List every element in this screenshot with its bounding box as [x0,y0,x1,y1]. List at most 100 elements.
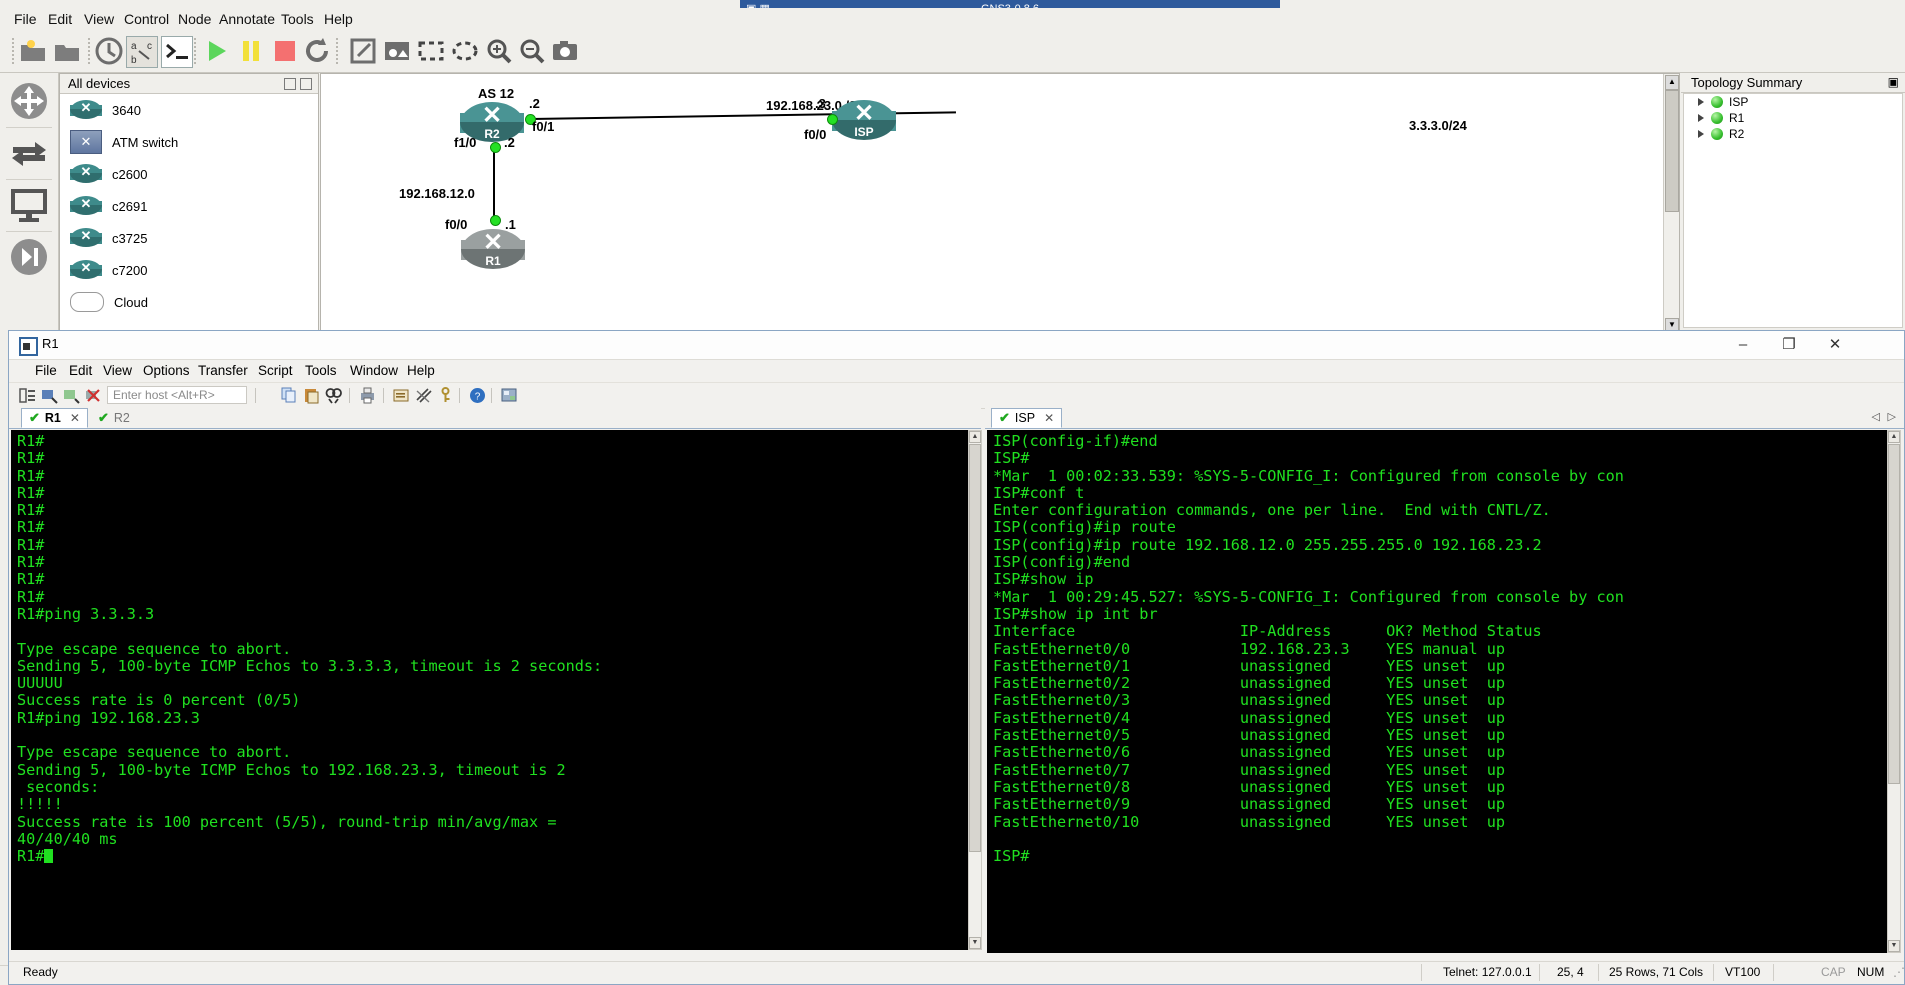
connect-icon[interactable] [41,387,58,404]
sc-menu-view[interactable]: View [97,362,138,379]
print-icon[interactable] [359,387,376,404]
console-icon[interactable] [161,36,193,68]
menu-control[interactable]: Control [118,10,175,28]
end-devices-icon[interactable] [9,185,49,225]
left-terminal-output[interactable]: R1# R1# R1# R1# R1# R1# R1# R1# R1# R1# … [11,430,968,950]
device-list-item[interactable]: ✕ 3640 [60,94,318,126]
close-panel-icon[interactable] [300,78,312,90]
device-list-item[interactable]: Cloud [60,286,318,318]
sc-menu-script[interactable]: Script [252,362,299,379]
sc-menu-help[interactable]: Help [401,362,441,379]
expand-arrow-icon[interactable] [1698,114,1704,122]
paste-icon[interactable] [303,387,320,404]
scroll-up-arrow-icon[interactable]: ▲ [969,431,981,443]
key-icon[interactable] [437,387,454,404]
sc-menu-tools[interactable]: Tools [299,362,343,379]
session-manager-icon[interactable] [19,387,36,404]
stop-icon[interactable] [270,36,300,66]
tab-r1[interactable]: ✔ R1 ✕ [21,408,88,428]
tab-r2[interactable]: ✔ R2 [91,408,137,428]
tab-close-icon[interactable]: ✕ [1044,411,1054,425]
router-icon: ✕ [70,228,102,248]
close-button[interactable]: ✕ [1812,331,1858,358]
link-r2-r1[interactable] [493,144,495,219]
router-glyph-icon: ✕ [482,229,504,256]
scroll-down-arrow-icon[interactable]: ▼ [1888,940,1900,952]
snapshot-clock-icon[interactable] [94,36,124,66]
resize-grip-icon[interactable]: ⋰ [1893,965,1905,979]
scroll-up-arrow-icon[interactable]: ▲ [1665,75,1679,90]
scroll-up-arrow-icon[interactable]: ▲ [1888,431,1900,443]
sc-menu-edit[interactable]: Edit [63,362,98,379]
expand-arrow-icon[interactable] [1698,98,1704,106]
open-project-icon[interactable] [18,36,48,66]
menu-file[interactable]: File [8,10,43,28]
reload-icon[interactable] [302,36,332,66]
screenshot-icon[interactable] [550,36,580,66]
insert-picture-icon[interactable] [382,36,412,66]
right-terminal-output[interactable]: ISP(config-if)#end ISP# *Mar 1 00:02:33.… [987,430,1887,953]
scroll-down-arrow-icon[interactable]: ▼ [969,937,981,949]
zoom-in-icon[interactable] [484,36,514,66]
tab-scroll-right-icon[interactable]: ▷ [1888,410,1896,423]
draw-rectangle-icon[interactable] [416,36,446,66]
topology-summary-list[interactable]: ISP R1 R2 [1683,93,1903,328]
add-note-icon[interactable]: a cb [126,36,158,68]
sc-menu-window[interactable]: Window [344,362,404,379]
maximize-button[interactable]: ❐ [1766,331,1812,358]
edit-note-icon[interactable] [348,36,378,66]
tab-scroll-left-icon[interactable]: ◁ [1872,410,1880,423]
sc-menu-transfer[interactable]: Transfer [192,362,254,379]
scrollbar-thumb[interactable] [969,444,981,852]
find-icon[interactable] [325,387,342,404]
sc-menu-file[interactable]: File [29,362,63,379]
disconnect-icon[interactable] [85,387,102,404]
minimize-button[interactable]: – [1720,331,1766,358]
device-list-item[interactable]: ✕ c2691 [60,190,318,222]
undock-icon[interactable] [284,78,296,90]
right-terminal-scrollbar[interactable]: ▲ ▼ [1887,430,1901,953]
left-terminal-scrollbar[interactable]: ▲ ▼ [968,430,982,950]
scrollbar-thumb[interactable] [1888,444,1900,784]
tile-icon[interactable] [501,387,518,404]
securecrt-title-bar[interactable]: R1 – ❐ ✕ [9,331,1904,360]
pause-icon[interactable] [236,36,266,66]
zoom-out-icon[interactable] [517,36,547,66]
tab-isp[interactable]: ✔ ISP ✕ [991,408,1063,428]
device-list-item[interactable]: ✕ c3725 [60,222,318,254]
topology-node-row[interactable]: R1 [1684,110,1902,126]
link-tool-icon[interactable] [9,133,49,173]
move-tool-icon[interactable] [9,81,49,121]
topology-canvas[interactable]: AS 12 192.168.23.0 /24 192.168.12.0 3.3.… [320,73,1680,335]
node-r1[interactable]: ✕ R1 [461,229,525,271]
device-list-item[interactable]: ✕ ATM switch [60,126,318,158]
undock-icon[interactable]: ▣ [1888,75,1899,89]
session-options-icon[interactable] [393,387,410,404]
sc-menu-options[interactable]: Options [137,362,196,379]
node-label-r1: R1 [485,254,501,268]
copy-icon[interactable] [281,387,298,404]
device-list-item[interactable]: ✕ c2600 [60,158,318,190]
node-isp[interactable]: ✕ ISP [832,100,896,142]
show-hide-interface-icon[interactable] [9,237,49,277]
help-icon[interactable]: ? [469,387,486,404]
draw-ellipse-icon[interactable] [450,36,480,66]
menu-tools[interactable]: Tools [275,10,320,28]
reconnect-icon[interactable] [63,387,80,404]
menu-help[interactable]: Help [318,10,359,28]
topology-node-row[interactable]: ISP [1684,94,1902,110]
menu-annotate[interactable]: Annotate [213,10,281,28]
host-input[interactable]: Enter host <Alt+R> [107,386,247,404]
canvas-vertical-scrollbar[interactable]: ▲ ▼ [1663,74,1679,334]
start-icon[interactable] [202,36,232,66]
menu-view[interactable]: View [78,10,120,28]
device-list-item[interactable]: ✕ c7200 [60,254,318,286]
open-folder-icon[interactable] [52,36,82,66]
scrollbar-thumb[interactable] [1665,90,1679,212]
topology-node-row[interactable]: R2 [1684,126,1902,142]
menu-node[interactable]: Node [172,10,217,28]
global-options-icon[interactable] [415,387,432,404]
tab-close-icon[interactable]: ✕ [70,411,80,425]
expand-arrow-icon[interactable] [1698,130,1704,138]
menu-edit[interactable]: Edit [42,10,78,28]
